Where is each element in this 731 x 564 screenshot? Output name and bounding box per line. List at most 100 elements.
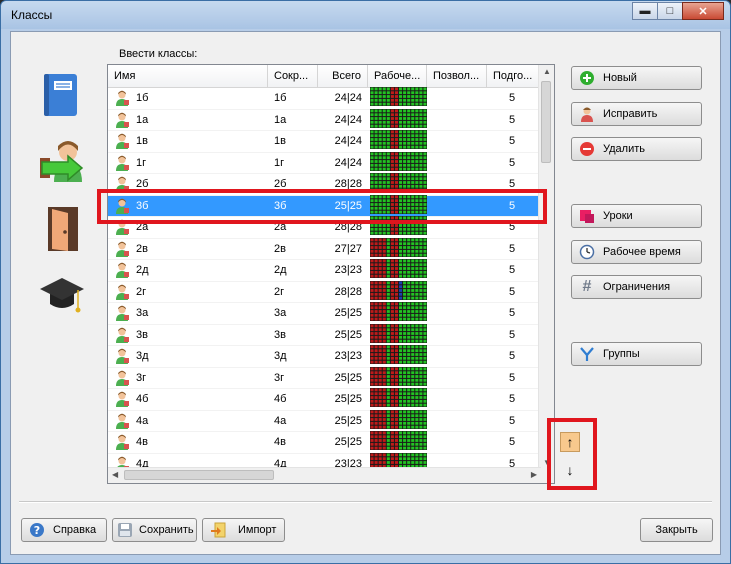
cell-name: 2а [108,219,268,236]
column-header-short[interactable]: Сокр... [268,65,318,87]
move-down-button[interactable]: ↓ [560,460,580,480]
cell-short: 2в [274,242,286,255]
column-header-name[interactable]: Имя [108,65,268,87]
bottom-separator [19,501,712,503]
move-up-button[interactable]: ↑ [560,432,580,452]
scroll-down-arrow-icon[interactable]: ▼ [543,458,551,467]
close-window-button[interactable]: ✕ [682,2,724,20]
classes-window: Классы ▬ □ ✕ Ввести классы: Имя Сокр... … [0,0,731,564]
table-row[interactable]: 4в 4в 25|25 5 [108,431,541,454]
row-name-text: 3а [136,307,149,320]
door-icon[interactable] [44,204,82,254]
cell-total: 28|28 [334,285,362,298]
cell-subgroups: 5 [509,156,516,169]
cell-subgroups: 5 [509,328,516,341]
row-name-text: 1г [136,156,147,169]
cell-total: 25|25 [334,371,362,384]
plus-icon [579,70,595,86]
cell-total: 25|25 [334,436,362,449]
cell-total: 23|23 [334,264,362,277]
new-button[interactable]: Новый [571,66,702,90]
vertical-scrollbar[interactable]: ▲ ▼ [538,65,554,469]
scroll-right-arrow-icon[interactable]: ▶ [531,470,537,479]
table-row[interactable]: 1в 1в 24|24 5 [108,130,541,153]
delete-button[interactable]: Удалить [571,137,702,161]
worktime-button[interactable]: Рабочее время [571,240,702,264]
import-button[interactable]: Импорт [202,518,285,542]
table-row[interactable]: 3г 3г 25|25 5 [108,366,541,389]
classes-grid[interactable]: Имя Сокр... Всего Рабоче... Позвол... По… [107,64,555,484]
groups-button[interactable]: Группы [571,342,702,366]
title-bar[interactable]: Классы ▬ □ ✕ [1,1,730,29]
column-header-allowed[interactable]: Позвол... [427,65,487,87]
column-header-total[interactable]: Всего [318,65,368,87]
graduation-cap-icon[interactable] [38,274,86,318]
table-row[interactable]: 2г 2г 28|28 5 [108,280,541,303]
row-name-text: 3б [136,199,149,212]
minimize-button[interactable]: ▬ [632,2,658,20]
table-row[interactable]: 2в 2в 27|27 5 [108,237,541,260]
lessons-button-label: Уроки [603,210,633,222]
cell-subgroups: 5 [509,135,516,148]
edit-button[interactable]: Исправить [571,102,702,126]
table-row[interactable]: 1а 1а 24|24 5 [108,108,541,131]
worktime-pattern [370,388,427,408]
cell-total: 25|25 [334,307,362,320]
cell-subgroups: 5 [509,285,516,298]
scroll-left-arrow-icon[interactable]: ◀ [112,470,118,479]
worktime-grid [368,302,427,324]
cell-name: 3а [108,305,268,322]
cell-short: 4б [274,393,287,406]
window-title: Классы [11,8,53,22]
worktime-pattern [370,216,427,236]
cell-short: 3г [274,371,285,384]
help-button[interactable]: ? Справка [21,518,107,542]
table-row[interactable]: 4б 4б 25|25 5 [108,388,541,411]
row-name-text: 4в [136,436,148,449]
close-button[interactable]: Закрыть [640,518,713,542]
worktime-pattern [370,431,427,451]
column-header-worktime[interactable]: Рабоче... [368,65,427,87]
cell-subgroups: 5 [509,242,516,255]
cell-total: 24|24 [334,135,362,148]
worktime-grid [368,259,427,281]
cell-subgroups: 5 [509,436,516,449]
cell-subgroups: 5 [509,92,516,105]
table-row[interactable]: 1б 1б 24|24 5 [108,87,541,110]
lessons-button[interactable]: Уроки [571,204,702,228]
book-icon[interactable] [41,72,81,118]
table-row[interactable]: 1г 1г 24|24 5 [108,151,541,174]
row-name-text: 4б [136,393,149,406]
horizontal-scroll-thumb[interactable] [124,470,274,480]
worktime-grid [368,237,427,260]
cell-name: 4в [108,434,268,451]
constraints-button[interactable]: # Ограничения [571,275,702,299]
cell-name: 2д [108,262,268,279]
table-row[interactable]: 2б 2б 28|28 5 [108,173,541,196]
groups-button-label: Группы [603,348,640,360]
cell-name: 1г [108,155,268,171]
save-button[interactable]: Сохранить [112,518,197,542]
column-header-subgroups[interactable]: Подго... [487,65,541,87]
table-row[interactable]: 2а 2а 28|28 5 [108,216,541,239]
vertical-scroll-thumb[interactable] [541,81,551,163]
cell-short: 3а [274,307,287,320]
cell-subgroups: 5 [509,350,516,363]
horizontal-scrollbar[interactable]: ◀ ▶ [108,467,541,483]
import-button-label: Импорт [238,524,277,536]
table-row[interactable]: 3в 3в 25|25 5 [108,323,541,346]
cell-subgroups: 5 [509,199,516,212]
delete-button-label: Удалить [603,143,645,155]
class-arrow-icon[interactable] [38,138,88,188]
maximize-button[interactable]: □ [657,2,683,20]
table-row[interactable]: 3а 3а 25|25 5 [108,302,541,325]
table-row[interactable]: 4а 4а 25|25 5 [108,409,541,432]
worktime-grid [368,194,427,217]
row-name-text: 2б [136,178,149,191]
table-row[interactable]: 3б 3б 25|25 5 [108,194,541,217]
student-icon [116,220,129,236]
table-row[interactable]: 2д 2д 23|23 5 [108,259,541,282]
scroll-up-arrow-icon[interactable]: ▲ [543,67,551,76]
grid-label: Ввести классы: [119,48,198,60]
table-row[interactable]: 3д 3д 23|23 5 [108,345,541,368]
